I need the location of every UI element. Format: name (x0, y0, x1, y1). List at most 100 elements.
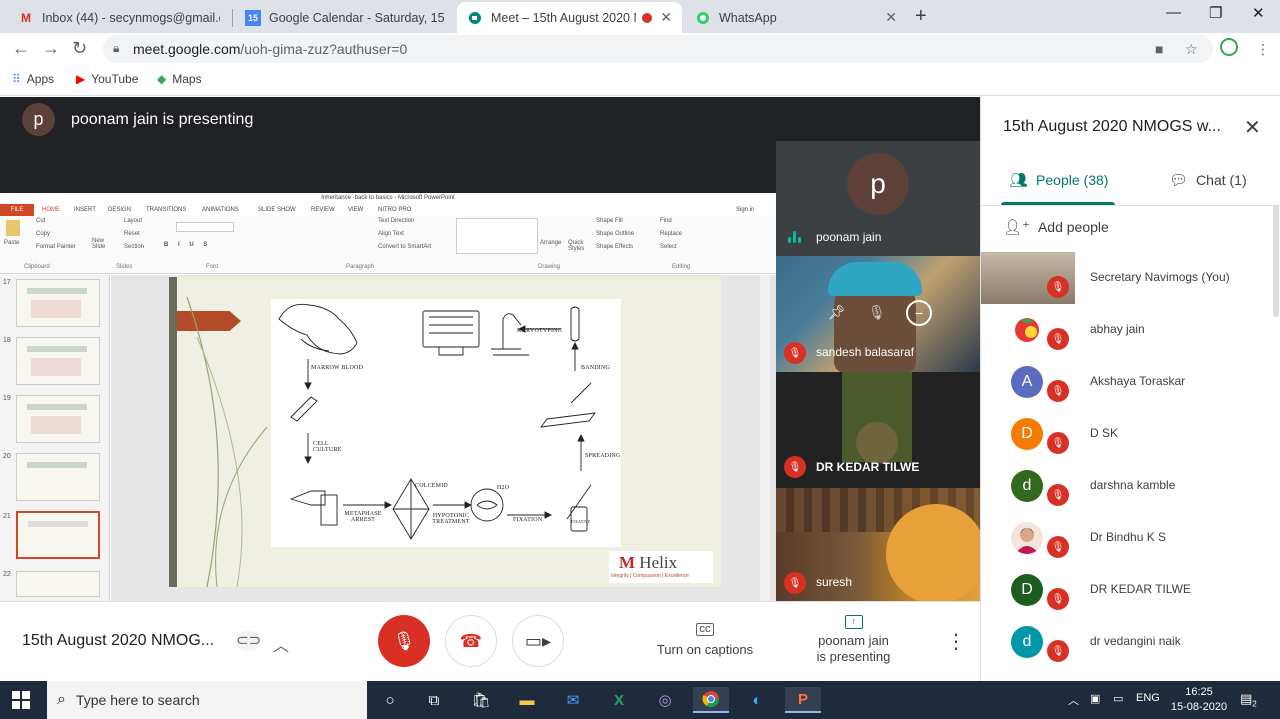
presenter-avatar: p (22, 103, 55, 136)
ppt-slide-thumbnails: 17 18 19 20 21 22 (0, 275, 110, 601)
leave-call-button[interactable]: ☎︎ (445, 615, 497, 667)
label-fixation: FIXATION (513, 517, 543, 523)
maximize-icon[interactable]: ❐ (1209, 4, 1222, 22)
bookmark-apps[interactable]: ⠿ Apps (12, 72, 54, 86)
participant-row[interactable]: 🎙︎ Dr Bindhu K S (981, 512, 1273, 564)
panel-title: 15th August 2020 NMOGS w... (1003, 118, 1221, 135)
recording-dot-icon (642, 12, 653, 23)
tab-meet[interactable]: Meet – 15th August 2020 N ✕ (457, 2, 682, 33)
excel-icon[interactable]: X (601, 687, 637, 713)
ppt-section: Section (124, 244, 145, 250)
participant-name: Dr Bindhu K S (1090, 530, 1167, 544)
camera-icon: ▭▸ (524, 630, 552, 651)
reload-icon[interactable]: ↻ (72, 38, 87, 59)
forward-icon[interactable]: → (42, 38, 60, 59)
minimize-icon[interactable]: — (1166, 4, 1181, 21)
browser-menu-icon[interactable]: ⋮ (1256, 41, 1270, 58)
ppt-font-buttons: B I U S (164, 242, 212, 248)
edge-icon[interactable]: ◐ (739, 687, 775, 713)
tab-chat[interactable]: 💬︎ Chat (1) (1169, 171, 1247, 189)
tile-dr-kedar-tilwe[interactable]: 🎙︎ DR KEDAR TILWE (776, 372, 980, 488)
participant-row[interactable]: d 🎙︎ darshna kamble (981, 460, 1273, 512)
tab-calendar[interactable]: 15 Google Calendar - Saturday, 15 A (235, 2, 457, 33)
tab-chat-label: Chat (1) (1196, 172, 1247, 188)
panel-scrollbar[interactable] (1273, 205, 1279, 317)
tab-people[interactable]: 👥︎ People (38) (1009, 171, 1108, 189)
ppt-arrange: Arrange (540, 240, 562, 246)
tray-language[interactable]: ENG (1136, 692, 1160, 704)
thumb-number: 19 (3, 395, 11, 402)
new-tab-icon[interactable]: + (915, 5, 927, 28)
tray-network-icon[interactable]: ▣ (1090, 692, 1100, 705)
thumb-number: 18 (3, 337, 11, 344)
tab-gmail[interactable]: M Inbox (44) - secynmogs@gmail.c (8, 2, 230, 33)
add-people-button[interactable]: 👤︎⁺ Add people (1003, 218, 1109, 236)
participant-row[interactable]: 🎙︎ Secretary Navimogs (You) (981, 252, 1273, 304)
ppt-group-clipboard: Clipboard (24, 264, 50, 270)
close-tab-icon[interactable]: ✕ (885, 9, 897, 26)
notifications-icon[interactable]: ▤2 (1240, 691, 1257, 709)
remove-participant-icon[interactable]: − (906, 300, 932, 326)
windows-start-icon[interactable] (12, 691, 30, 709)
tile-poonam-jain[interactable]: p poonam jain (776, 141, 980, 256)
participant-avatar (1011, 314, 1043, 346)
close-tab-icon[interactable]: ✕ (660, 9, 672, 26)
attachment-icon[interactable]: ⊂⊃ (236, 631, 261, 651)
slide-thumbnail (16, 453, 100, 501)
close-panel-icon[interactable]: ✕ (1244, 115, 1261, 140)
mail-icon[interactable]: ✉ (555, 687, 591, 713)
tile-suresh[interactable]: 🎙︎ suresh (776, 488, 980, 601)
bookmark-star-icon[interactable]: ☆ (1185, 41, 1198, 58)
participant-avatar: D (1011, 574, 1043, 606)
tray-battery-icon[interactable]: ▭ (1113, 692, 1123, 705)
ppt-group-editing: Editing (672, 264, 691, 270)
chrome-icon[interactable] (693, 687, 729, 713)
ppt-shapes-gallery (456, 218, 538, 254)
turn-on-captions-button[interactable]: CC Turn on captions (645, 620, 765, 657)
close-window-icon[interactable]: ✕ (1252, 4, 1265, 22)
presenting-status-button[interactable]: ↑ poonam jain is presenting (806, 612, 901, 665)
mute-participant-icon[interactable]: 🎙︎ (868, 304, 886, 321)
participant-row[interactable]: 🎙︎ abhay jain (981, 304, 1273, 356)
label-fixative-bottle: FIXATIVE (571, 519, 591, 524)
camera-blocked-icon[interactable]: ■ (1155, 41, 1163, 57)
camera-toggle-button[interactable]: ▭▸ (512, 615, 564, 667)
microphone-toggle-button[interactable]: 🎙︎ (378, 615, 430, 667)
file-explorer-icon[interactable]: ▬ (509, 687, 545, 713)
tab-whatsapp[interactable]: WhatsApp ✕ (685, 2, 907, 33)
participant-name: D SK (1090, 426, 1119, 440)
profile-avatar-icon[interactable] (1220, 38, 1238, 56)
tile-sandesh-balasaraf[interactable]: 📌︎ 🎙︎ − 🎙︎ sandesh balasaraf (776, 256, 980, 372)
participant-row[interactable]: A 🎙︎ Akshaya Toraskar (981, 356, 1273, 408)
clock-time: 16:25 (1185, 686, 1213, 698)
tile-name: DR KEDAR TILWE (816, 460, 920, 474)
ppt-vertical-scrollbar[interactable] (760, 275, 770, 601)
store-icon[interactable]: 🛍︎ (463, 687, 499, 713)
participant-row[interactable]: d 🎙︎ dr vedangini naik (981, 616, 1273, 668)
windows-taskbar: ⌕ Type here to search ○ ⧉ 🛍︎ ▬ ✉ X ◎ ◐ P… (0, 681, 1280, 719)
back-icon[interactable]: ← (12, 38, 30, 59)
task-view-icon[interactable]: ⧉ (416, 687, 452, 713)
participant-avatar: D (1011, 418, 1043, 450)
chevron-up-icon[interactable]: ︿ (273, 632, 289, 656)
slide-thumbnail-selected (16, 511, 100, 559)
tray-overflow-icon[interactable]: ︿ (1068, 692, 1079, 708)
ppt-menu-bar: FILE HOME INSERT DESIGN TRANSITIONS ANIM… (0, 204, 776, 216)
taskbar-search-box[interactable]: ⌕ Type here to search (47, 681, 367, 719)
bookmark-maps[interactable]: ◆ Maps (157, 72, 202, 86)
more-options-icon[interactable]: ⋮ (946, 629, 966, 654)
label-karyotyping: KARYOTYPING (517, 328, 563, 334)
bookmark-youtube[interactable]: ▶ YouTube (76, 72, 138, 86)
app-icon[interactable]: ◎ (647, 687, 683, 713)
participant-name: abhay jain (1090, 322, 1145, 336)
meeting-title[interactable]: 15th August 2020 NMOG... (22, 632, 214, 650)
omnibox[interactable]: 🔒︎ meet.google.com/uoh-gima-zuz?authuser… (103, 35, 1213, 63)
participant-row[interactable]: D 🎙︎ DR KEDAR TILWE (981, 564, 1273, 616)
taskbar-clock[interactable]: 16:25 15-08-2020 (1170, 685, 1228, 715)
pin-icon[interactable]: 📌︎ (828, 304, 846, 321)
ppt-quick-styles: Quick Styles (568, 240, 585, 252)
participant-row[interactable]: D 🎙︎ D SK (981, 408, 1273, 460)
powerpoint-icon[interactable]: P (785, 687, 821, 713)
ppt-menu-view: VIEW (348, 207, 364, 213)
cortana-icon[interactable]: ○ (372, 687, 408, 713)
